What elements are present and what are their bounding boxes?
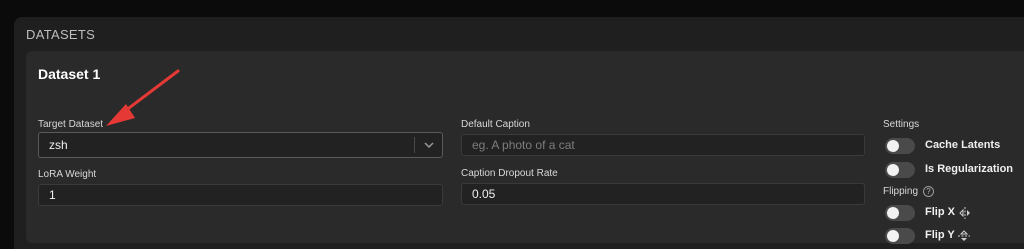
chevron-down-icon[interactable] <box>421 137 437 153</box>
flip-x-toggle[interactable] <box>885 205 915 221</box>
target-dataset-select[interactable]: zsh <box>38 132 443 158</box>
lora-weight-value: 1 <box>49 188 56 202</box>
caption-dropout-value: 0.05 <box>472 187 496 201</box>
flip-x-label: Flip X <box>925 206 955 218</box>
is-regularization-toggle[interactable] <box>885 162 915 178</box>
cache-latents-label: Cache Latents <box>925 139 1001 151</box>
cache-latents-toggle[interactable] <box>885 138 915 154</box>
section-title: DATASETS <box>26 27 96 42</box>
datasets-panel: DATASETS Dataset 1 Target Dataset zsh Lo… <box>14 17 1024 249</box>
target-dataset-label: Target Dataset <box>38 119 104 130</box>
default-caption-input[interactable]: eg. A photo of a cat <box>461 134 865 156</box>
dataset-card: Dataset 1 Target Dataset zsh LoRA Weight… <box>26 51 1024 244</box>
target-dataset-value: zsh <box>49 138 68 152</box>
settings-label: Settings <box>883 119 920 130</box>
help-icon[interactable]: ? <box>923 186 934 197</box>
caption-dropout-label: Caption Dropout Rate <box>461 168 558 179</box>
lora-weight-input[interactable]: 1 <box>38 184 443 206</box>
default-caption-placeholder: eg. A photo of a cat <box>472 138 575 152</box>
dataset-title: Dataset 1 <box>38 66 101 82</box>
lora-weight-label: LoRA Weight <box>38 169 97 180</box>
is-regularization-label: Is Regularization <box>925 163 1014 175</box>
caption-dropout-input[interactable]: 0.05 <box>461 183 865 205</box>
select-separator <box>414 137 415 153</box>
flip-horizontal-icon <box>959 207 970 219</box>
flip-y-toggle[interactable] <box>885 228 915 244</box>
default-caption-label: Default Caption <box>461 119 530 130</box>
flipping-label: Flipping <box>883 186 919 197</box>
flip-vertical-icon <box>958 230 970 241</box>
flip-y-label: Flip Y <box>925 229 955 241</box>
